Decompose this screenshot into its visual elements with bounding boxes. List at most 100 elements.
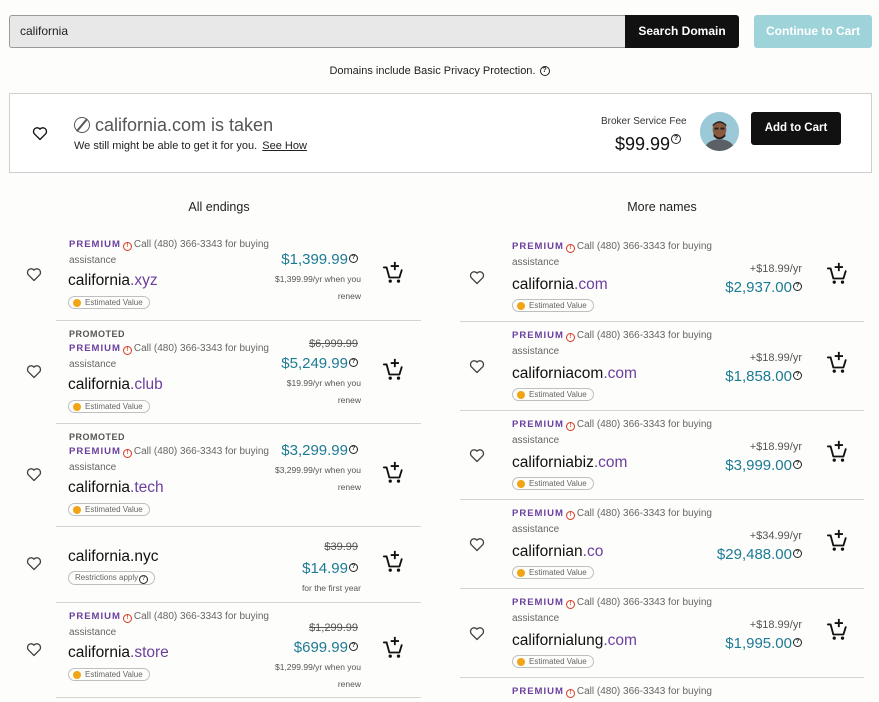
help-icon[interactable]: ? xyxy=(349,445,358,454)
heart-icon[interactable] xyxy=(469,626,485,641)
help-icon[interactable]: ? xyxy=(793,282,802,291)
help-icon[interactable]: ? xyxy=(349,563,358,572)
heart-icon[interactable] xyxy=(469,270,485,285)
original-price: $1,299.99 xyxy=(309,622,358,634)
help-icon[interactable]: ? xyxy=(139,575,149,584)
domain-name[interactable]: california.club xyxy=(68,376,163,394)
help-icon[interactable]: ? xyxy=(349,642,358,651)
domain-price: $14.99? xyxy=(302,560,358,577)
continue-to-cart-button[interactable]: Continue to Cart xyxy=(754,15,872,48)
privacy-note: Domains include Basic Privacy Protection… xyxy=(0,65,879,77)
domain-name[interactable]: californialung.com xyxy=(512,632,637,650)
heart-icon[interactable] xyxy=(26,267,42,282)
heart-icon[interactable] xyxy=(469,448,485,463)
taken-title-text: california.com is taken xyxy=(95,115,274,135)
estimated-value-label: Estimated Value xyxy=(529,657,587,666)
domain-tld: .club xyxy=(130,376,163,393)
domain-sld: californialung xyxy=(512,632,604,649)
add-to-cart-icon[interactable] xyxy=(382,460,404,484)
premium-label: PREMIUM xyxy=(512,330,564,341)
add-to-cart-icon[interactable] xyxy=(382,357,404,381)
coin-icon xyxy=(517,480,525,488)
heart-icon[interactable] xyxy=(26,556,42,571)
estimated-value-badge[interactable]: Estimated Value xyxy=(512,655,594,668)
search-input[interactable]: california xyxy=(9,15,626,48)
domain-name[interactable]: california.store xyxy=(68,644,169,662)
price-value: $1,399.99 xyxy=(281,251,348,268)
coin-icon xyxy=(73,403,81,411)
help-icon[interactable]: ? xyxy=(671,134,682,144)
renewal-price: +$34.99/yr xyxy=(749,530,802,542)
restrictions-badge[interactable]: Restrictions apply? xyxy=(68,571,156,585)
domain-tld: .com xyxy=(603,365,637,382)
coin-icon xyxy=(517,391,525,399)
estimated-value-label: Estimated Value xyxy=(85,298,143,307)
heart-icon[interactable] xyxy=(469,537,485,552)
domain-name[interactable]: california.xyz xyxy=(68,272,158,290)
estimated-value-badge[interactable]: Estimated Value xyxy=(68,400,150,413)
heart-icon[interactable] xyxy=(26,642,42,657)
domain-row: PREMIUM!Call (480) 366-3343 for buying a… xyxy=(26,231,421,321)
heart-icon[interactable] xyxy=(26,467,42,482)
domain-name[interactable]: california.nyc xyxy=(68,548,158,566)
help-icon[interactable]: ? xyxy=(539,66,550,76)
add-to-cart-icon[interactable] xyxy=(382,549,404,573)
premium-note: PREMIUM!Call (480) 366-3343 for buying a… xyxy=(512,684,712,702)
help-icon[interactable]: ? xyxy=(793,460,802,469)
add-to-cart-icon[interactable] xyxy=(826,617,848,641)
help-icon[interactable]: ? xyxy=(793,371,802,380)
add-to-cart-icon[interactable] xyxy=(382,260,404,284)
heart-icon[interactable] xyxy=(32,126,48,141)
help-icon[interactable]: ? xyxy=(349,254,358,263)
domain-row: california.nyc Restrictions apply? $39.99 $… xyxy=(26,527,421,603)
estimated-value-badge[interactable]: Estimated Value xyxy=(512,566,594,579)
domain-name[interactable]: californiabiz.com xyxy=(512,454,627,472)
add-to-cart-icon[interactable] xyxy=(382,635,404,659)
help-icon[interactable]: ? xyxy=(793,549,802,558)
info-alert-icon: ! xyxy=(122,449,132,458)
taken-subtitle-text: We still might be able to get it for you… xyxy=(74,140,258,152)
coin-icon xyxy=(517,302,525,310)
premium-note: PREMIUM!Call (480) 366-3343 for buying a… xyxy=(69,237,269,269)
search-domain-button[interactable]: Search Domain xyxy=(625,15,739,48)
heart-icon[interactable] xyxy=(469,359,485,374)
info-alert-icon: ! xyxy=(565,600,575,609)
estimated-value-label: Estimated Value xyxy=(529,479,587,488)
see-how-link[interactable]: See How xyxy=(262,140,307,152)
premium-label: PREMIUM xyxy=(512,597,564,608)
premium-note: PREMIUM!Call (480) 366-3343 for buying a… xyxy=(512,417,712,449)
domain-sld: california xyxy=(68,272,131,289)
domain-tld: .store xyxy=(130,644,169,661)
help-icon[interactable]: ? xyxy=(349,358,358,367)
premium-label: PREMIUM xyxy=(69,239,121,250)
estimated-value-label: Estimated Value xyxy=(529,568,587,577)
add-to-cart-button[interactable]: Add to Cart xyxy=(751,112,841,145)
domain-price: $1,399.99? xyxy=(281,251,358,268)
estimated-value-badge[interactable]: Estimated Value xyxy=(68,668,150,681)
add-to-cart-icon[interactable] xyxy=(826,439,848,463)
premium-label: PREMIUM xyxy=(69,343,121,354)
premium-label: PREMIUM xyxy=(512,686,564,697)
help-icon[interactable]: ? xyxy=(793,638,802,647)
domain-name[interactable]: californian.co xyxy=(512,543,603,561)
add-to-cart-icon[interactable] xyxy=(826,528,848,552)
estimated-value-badge[interactable]: Estimated Value xyxy=(512,477,594,490)
premium-label: PREMIUM xyxy=(69,611,121,622)
renewal-note: $3,299.99/yr when you renew xyxy=(274,465,361,492)
domain-price: $3,299.99? xyxy=(281,442,358,459)
domain-name[interactable]: california.tech xyxy=(68,479,164,497)
add-to-cart-icon[interactable] xyxy=(826,261,848,285)
price-value: $3,999.00 xyxy=(725,457,792,474)
domain-name[interactable]: california.com xyxy=(512,276,608,294)
estimated-value-badge[interactable]: Estimated Value xyxy=(68,296,150,309)
price-value: $1,858.00 xyxy=(725,368,792,385)
taken-subtitle: We still might be able to get it for you… xyxy=(74,140,307,152)
estimated-value-badge[interactable]: Estimated Value xyxy=(512,388,594,401)
add-to-cart-icon[interactable] xyxy=(826,350,848,374)
heart-icon[interactable] xyxy=(26,364,42,379)
domain-name[interactable]: californiacom.com xyxy=(512,365,637,383)
estimated-value-badge[interactable]: Estimated Value xyxy=(512,299,594,312)
estimated-value-badge[interactable]: Estimated Value xyxy=(68,503,150,516)
domain-sld: california xyxy=(68,376,131,393)
domain-tld: .xyz xyxy=(130,272,158,289)
